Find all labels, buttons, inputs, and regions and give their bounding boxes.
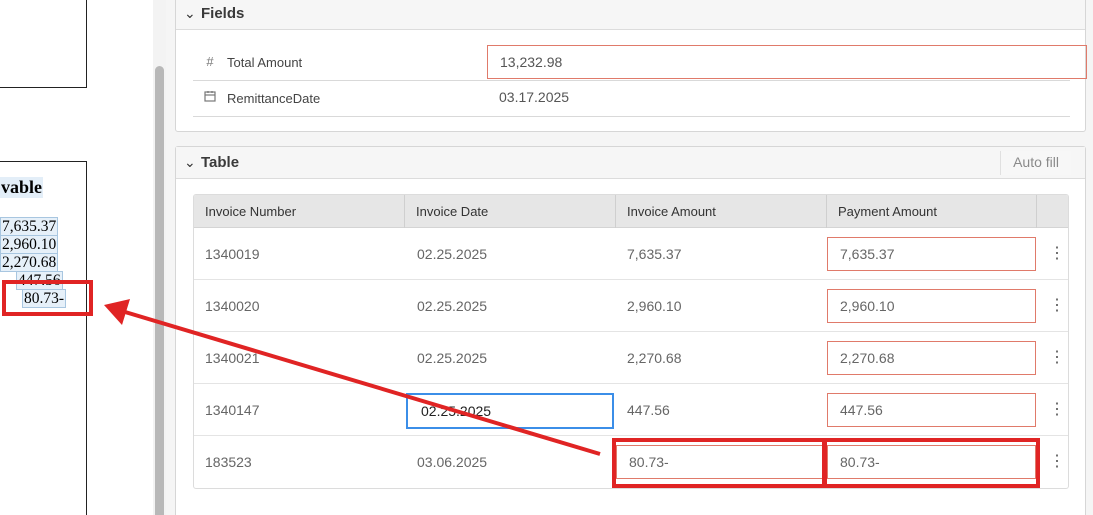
document-amount[interactable]: 7,635.37: [0, 217, 59, 236]
cell-invoice-number[interactable]: 1340019: [194, 228, 260, 280]
cell-invoice-date[interactable]: 02.25.2025: [406, 228, 487, 280]
table-row: 1340021 02.25.2025 2,270.68 2,270.68 ⋮: [194, 332, 1068, 384]
cell-invoice-amount[interactable]: 7,635.37: [616, 228, 682, 280]
field-row-total-amount: # Total Amount 13,232.98: [193, 45, 1087, 81]
fields-panel-header[interactable]: ⌄ Fields: [176, 0, 1085, 30]
document-heading: vable: [0, 177, 44, 198]
cell-invoice-amount[interactable]: 447.56: [616, 384, 670, 436]
cell-invoice-date-input-focused[interactable]: 02.25.2025: [406, 393, 614, 429]
total-amount-input[interactable]: 13,232.98: [487, 45, 1087, 79]
fields-panel-title: Fields: [201, 5, 245, 22]
row-menu-icon[interactable]: ⋮: [1049, 296, 1065, 316]
field-label: Total Amount: [227, 55, 303, 70]
column-header-invoice-amount[interactable]: Invoice Amount: [616, 195, 827, 228]
field-row-remittance-date: RemittanceDate 03.17.2025: [193, 81, 1070, 117]
table-row: 1340019 02.25.2025 7,635.37 7,635.37 ⋮: [194, 228, 1068, 280]
table-panel-header[interactable]: ⌄ Table Auto fill: [176, 147, 1085, 179]
chevron-down-icon[interactable]: ⌄: [184, 5, 196, 22]
fields-panel: ⌄ Fields # Total Amount 13,232.98 Remitt…: [175, 0, 1087, 132]
document-frame-bottom: [0, 161, 87, 515]
cell-invoice-amount[interactable]: 2,960.10: [616, 280, 682, 332]
auto-fill-button[interactable]: Auto fill: [1000, 151, 1071, 175]
column-header-invoice-date[interactable]: Invoice Date: [405, 195, 616, 228]
cell-payment-amount-input[interactable]: 7,635.37: [827, 237, 1036, 271]
table-panel-title: Table: [201, 154, 240, 171]
row-menu-icon[interactable]: ⋮: [1049, 348, 1065, 368]
row-menu-icon[interactable]: ⋮: [1049, 400, 1065, 420]
table-row: 1340147 02.25.2025 447.56 447.56 ⋮: [194, 384, 1068, 436]
scrollbar-thumb[interactable]: [155, 66, 164, 515]
cell-invoice-amount[interactable]: 2,270.68: [616, 332, 682, 384]
cell-invoice-number[interactable]: 183523: [194, 436, 252, 488]
calendar-icon: [203, 90, 217, 105]
cell-invoice-date[interactable]: 03.06.2025: [406, 436, 487, 488]
document-amount[interactable]: 2,960.10: [0, 235, 59, 254]
row-menu-icon[interactable]: ⋮: [1049, 244, 1065, 264]
cell-invoice-date[interactable]: 02.25.2025: [406, 280, 487, 332]
cell-invoice-number[interactable]: 1340147: [194, 384, 260, 436]
cell-invoice-number[interactable]: 1340021: [194, 332, 260, 384]
table-row: 1340020 02.25.2025 2,960.10 2,960.10 ⋮: [194, 280, 1068, 332]
cell-payment-amount-input[interactable]: 2,960.10: [827, 289, 1036, 323]
row-menu-icon[interactable]: ⋮: [1049, 452, 1065, 472]
document-frame-top: [0, 0, 87, 88]
table-header-row: Invoice Number Invoice Date Invoice Amou…: [194, 195, 1068, 228]
cell-payment-amount-input[interactable]: 447.56: [827, 393, 1036, 427]
cell-invoice-date[interactable]: 02.25.2025: [406, 332, 487, 384]
annotation-box-payment-amount: [823, 438, 1040, 488]
column-header-payment-amount[interactable]: Payment Amount: [827, 195, 1037, 228]
annotation-box-invoice-amount: [612, 438, 826, 488]
field-label: RemittanceDate: [227, 91, 321, 106]
document-amount[interactable]: 2,270.68: [0, 253, 59, 272]
annotation-box-document: [2, 280, 93, 316]
document-preview: vable 7,635.37 2,960.10 2,270.68 447.56 …: [0, 0, 153, 515]
remittance-date-input[interactable]: 03.17.2025: [487, 81, 1087, 115]
cell-invoice-number[interactable]: 1340020: [194, 280, 260, 332]
hash-icon: #: [206, 54, 214, 69]
chevron-down-icon[interactable]: ⌄: [184, 154, 196, 171]
cell-payment-amount-input[interactable]: 2,270.68: [827, 341, 1036, 375]
column-header-invoice-number[interactable]: Invoice Number: [194, 195, 405, 228]
